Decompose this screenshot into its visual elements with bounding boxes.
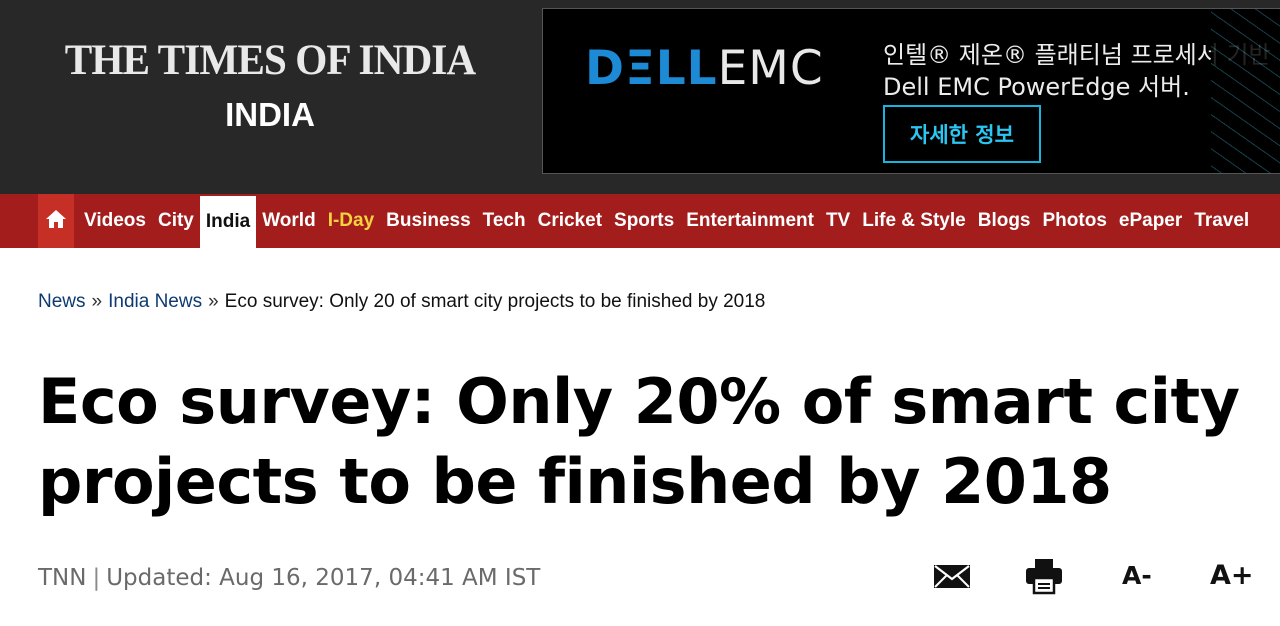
nav-item-epaper[interactable]: ePaper [1113,194,1188,248]
byline-divider: | [92,565,101,591]
breadcrumb-link-news[interactable]: News [38,291,86,312]
article-byline: TNN | Updated: Aug 16, 2017, 04:41 AM IST [38,565,540,591]
ad-learn-more-button[interactable]: 자세한 정보 [883,105,1041,163]
font-increase-button[interactable]: A+ [1210,556,1254,596]
nav-item-city[interactable]: City [152,194,200,248]
nav-item-sports[interactable]: Sports [608,194,680,248]
nav-home-button[interactable] [38,194,74,248]
home-icon [45,209,67,234]
site-header: THE TIMES OF INDIA INDIA DΞLLEMC 인텔® 제온®… [0,0,1280,194]
advertisement-banner[interactable]: DΞLLEMC 인텔® 제온® 플래티넘 프로세서 기반 Dell EMC Po… [542,8,1280,174]
nav-item-blogs[interactable]: Blogs [972,194,1037,248]
nav-item-photos[interactable]: Photos [1037,194,1113,248]
edition-label: INDIA [225,96,315,133]
nav-item-tech[interactable]: Tech [477,194,532,248]
nav-item-videos[interactable]: Videos [78,194,152,248]
article-source: TNN [38,565,87,591]
main-nav: Videos City India World I-Day Business T… [0,194,1280,248]
font-decrease-button[interactable]: A- [1122,556,1158,596]
ad-text-line2: Dell EMC PowerEdge 서버. [883,73,1190,101]
breadcrumb: News» India News» Eco survey: Only 20 of s… [38,291,765,313]
ad-brand-logo: DΞLLEMC [585,45,824,92]
article-headline: Eco survey: Only 20% of smart city proje… [38,365,1240,518]
nav-item-business[interactable]: Business [380,194,476,248]
nav-item-cricket[interactable]: Cricket [532,194,608,248]
ad-brand-emc: EMC [717,41,824,96]
breadcrumb-separator: » [208,291,219,312]
nav-item-india[interactable]: India [199,196,257,248]
email-share-button[interactable] [932,556,974,596]
masthead[interactable]: THE TIMES OF INDIA INDIA [0,0,540,194]
nav-item-travel[interactable]: Travel [1188,194,1255,248]
site-logo[interactable]: THE TIMES OF INDIA [11,36,529,85]
nav-item-i-day[interactable]: I-Day [322,194,380,248]
article-updated: Updated: Aug 16, 2017, 04:41 AM IST [106,565,541,591]
ad-brand-dell: DΞLL [585,41,718,96]
mail-icon [932,565,972,600]
breadcrumb-separator: » [91,291,103,312]
nav-item-world[interactable]: World [256,194,321,248]
breadcrumb-current: Eco survey: Only 20 of smart city projec… [224,291,766,312]
breadcrumb-link-india-news[interactable]: India News [108,291,202,312]
ad-decoration [1211,9,1280,173]
print-button[interactable] [1024,556,1066,596]
nav-item-life-style[interactable]: Life & Style [856,194,971,248]
printer-icon [1024,559,1064,600]
nav-item-tv[interactable]: TV [820,194,856,248]
nav-item-entertainment[interactable]: Entertainment [680,194,820,248]
